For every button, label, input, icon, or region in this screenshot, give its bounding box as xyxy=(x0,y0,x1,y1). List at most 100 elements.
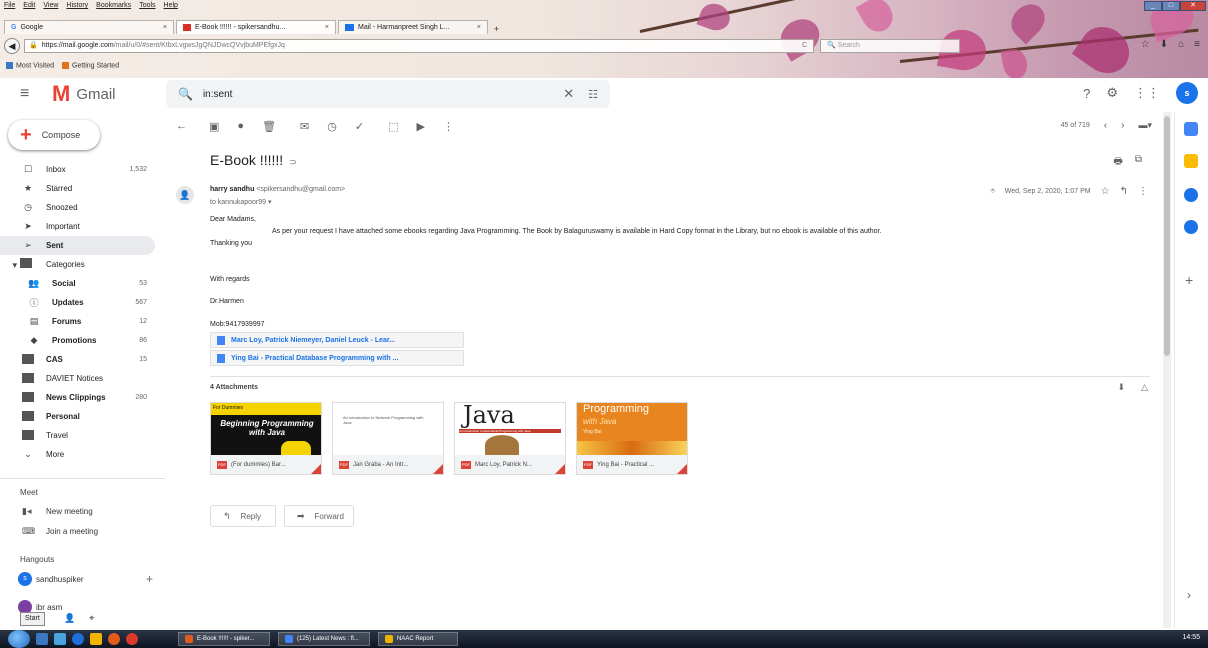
menu-tools[interactable]: Tools xyxy=(139,2,155,14)
report-spam-icon[interactable]: ● xyxy=(237,120,244,132)
scrollbar[interactable] xyxy=(1163,112,1171,628)
main-menu-icon[interactable]: ≡ xyxy=(20,85,40,103)
opera-icon[interactable] xyxy=(126,633,138,645)
drive-link-chip[interactable]: Ying Bai - Practical Database Programmin… xyxy=(210,350,464,366)
nav-categories[interactable]: ▾ Categories xyxy=(0,255,155,274)
nav-cas[interactable]: CAS 15 xyxy=(0,350,155,369)
close-tab-icon[interactable]: × xyxy=(163,24,167,31)
browser-search-box[interactable]: 🔍 Search xyxy=(820,39,960,53)
nav-more[interactable]: ⌄ More xyxy=(0,445,155,464)
show-side-panel-icon[interactable]: › xyxy=(1187,588,1191,602)
add-hangout-icon[interactable]: + xyxy=(146,572,153,586)
taskbar-item-news[interactable]: (125) Latest News : fl... xyxy=(278,632,370,646)
menu-view[interactable]: View xyxy=(43,2,58,14)
apps-grid-icon[interactable]: ⋮⋮ xyxy=(1134,85,1160,101)
attachment-card[interactable]: Programming with Java Ying Bai PDF Ying B… xyxy=(576,402,688,475)
nav-updates[interactable]: ⓘ Updates 567 xyxy=(0,293,155,312)
back-arrow-icon[interactable]: ← xyxy=(176,120,187,132)
sender-name[interactable]: harry sandhu xyxy=(210,186,254,193)
input-tools-icon[interactable]: ▬▾ xyxy=(1138,120,1152,131)
nav-sent[interactable]: ➢ Sent xyxy=(0,236,155,255)
help-icon[interactable]: ? xyxy=(1083,86,1090,101)
bookmark-most-visited[interactable]: Most Visited xyxy=(6,62,54,70)
location-pin-icon[interactable]: ⌖ xyxy=(89,613,94,624)
tasks-icon[interactable] xyxy=(1184,188,1198,202)
nav-snoozed[interactable]: ◷ Snoozed xyxy=(0,198,155,217)
close-tab-icon[interactable]: × xyxy=(325,24,329,31)
attachment-card[interactable]: Java An Introduction to Real-World Progr… xyxy=(454,402,566,475)
new-meeting-item[interactable]: ▮◂ New meeting xyxy=(0,502,165,520)
account-avatar[interactable]: s xyxy=(1176,82,1198,104)
contacts-icon[interactable] xyxy=(1184,220,1198,234)
mail-search-bar[interactable]: 🔍 in:sent ✕ ☷ xyxy=(166,80,610,108)
settings-gear-icon[interactable]: ⚙ xyxy=(1106,85,1118,101)
nav-important[interactable]: ➤ Important xyxy=(0,217,155,236)
clear-search-icon[interactable]: ✕ xyxy=(563,86,574,102)
scrollbar-thumb[interactable] xyxy=(1164,116,1170,356)
archive-icon[interactable]: ▣ xyxy=(209,120,219,133)
nav-personal[interactable]: Personal xyxy=(0,407,155,426)
person-icon[interactable]: 👤 xyxy=(64,613,75,624)
nav-promotions[interactable]: ◆ Promotions 86 xyxy=(0,331,155,350)
show-desktop-icon[interactable] xyxy=(36,633,48,645)
star-bookmark-icon[interactable]: ☆ xyxy=(1141,39,1150,50)
tab-ebook[interactable]: E-Book !!!!!! - spikersandhu... × xyxy=(176,20,336,34)
search-input[interactable]: in:sent xyxy=(203,89,563,100)
explorer-icon[interactable] xyxy=(54,633,66,645)
prev-page-icon[interactable]: ‹ xyxy=(1104,120,1107,131)
nav-forums[interactable]: ▤ Forums 12 xyxy=(0,312,155,331)
download-all-icon[interactable]: ⬇ xyxy=(1118,382,1126,393)
keep-icon[interactable] xyxy=(1184,154,1198,168)
taskbar-item-naac[interactable]: NAAC Report xyxy=(378,632,458,646)
gmail-logo[interactable]: M Gmail xyxy=(52,81,116,107)
tab-mail[interactable]: Mail - Harmanpreet Singh L... × xyxy=(338,20,488,34)
calendar-icon[interactable] xyxy=(1184,122,1198,136)
folder-icon[interactable] xyxy=(90,633,102,645)
menu-help[interactable]: Help xyxy=(164,2,178,14)
mark-unread-icon[interactable]: ✉ xyxy=(300,120,309,133)
minimize-button[interactable]: _ xyxy=(1144,1,1162,11)
attachment-card[interactable]: An Introduction to Network Programming w… xyxy=(332,402,444,475)
menu-edit[interactable]: Edit xyxy=(23,2,35,14)
hamburger-menu-icon[interactable]: ≡ xyxy=(1194,39,1200,50)
attachment-card[interactable]: For Dummies Beginning Programming with J… xyxy=(210,402,322,475)
nav-daviet-notices[interactable]: DAVIET Notices xyxy=(0,369,155,388)
save-to-drive-icon[interactable]: △ xyxy=(1141,382,1148,393)
nav-inbox[interactable]: ☐ Inbox 1,532 xyxy=(0,160,155,179)
label-icon[interactable]: ▶ xyxy=(416,120,424,133)
join-meeting-item[interactable]: ⌨ Join a meeting xyxy=(0,522,165,540)
nav-social[interactable]: 👥 Social 53 xyxy=(0,274,155,293)
home-icon[interactable]: ⌂ xyxy=(1178,39,1184,50)
open-new-window-icon[interactable]: ⧉ xyxy=(1135,154,1142,171)
start-button[interactable] xyxy=(8,630,30,648)
maximize-button[interactable]: □ xyxy=(1162,1,1180,11)
drive-link-chip[interactable]: Marc Loy, Patrick Niemeyer, Daniel Leuck… xyxy=(210,332,464,348)
close-tab-icon[interactable]: × xyxy=(477,24,481,31)
label-tag-icon[interactable]: ⊃ xyxy=(289,157,297,167)
reply-icon[interactable]: ↰ xyxy=(1120,186,1128,197)
compose-button[interactable]: + Compose xyxy=(8,120,100,150)
add-addon-icon[interactable]: + xyxy=(1185,272,1193,288)
more-options-icon[interactable]: ⋮ xyxy=(1138,186,1148,197)
show-details-icon[interactable]: ▾ xyxy=(268,199,272,206)
new-tab-button[interactable]: + xyxy=(494,24,499,34)
download-icon[interactable]: ⬇ xyxy=(1160,39,1168,50)
close-window-button[interactable]: ✕ xyxy=(1180,1,1206,11)
hangouts-user-row[interactable]: s sandhuspiker + xyxy=(0,570,165,588)
menu-file[interactable]: File xyxy=(4,2,15,14)
nav-travel[interactable]: Travel xyxy=(0,426,155,445)
more-vert-icon[interactable]: ⋮ xyxy=(443,120,454,133)
reply-button[interactable]: ↰ Reply xyxy=(210,505,276,527)
nav-starred[interactable]: ★ Starred xyxy=(0,179,155,198)
print-icon[interactable]: 🖶 xyxy=(1113,154,1122,171)
firefox-taskbar-icon[interactable] xyxy=(108,633,120,645)
bookmark-getting-started[interactable]: Getting Started xyxy=(62,62,119,70)
recipient-line[interactable]: to kannukapoor99 ▾ xyxy=(210,198,272,206)
forward-button[interactable]: ➡ Forward xyxy=(284,505,354,527)
menu-bookmarks[interactable]: Bookmarks xyxy=(96,2,131,14)
taskbar-item-ebook[interactable]: E-Book !!!!!! - spiker... xyxy=(178,632,270,646)
star-message-icon[interactable]: ☆ xyxy=(1101,186,1110,197)
reload-icon[interactable]: C xyxy=(802,40,807,52)
move-to-icon[interactable]: ⬚ xyxy=(388,120,398,133)
delete-icon[interactable]: 🗑 xyxy=(262,120,276,133)
